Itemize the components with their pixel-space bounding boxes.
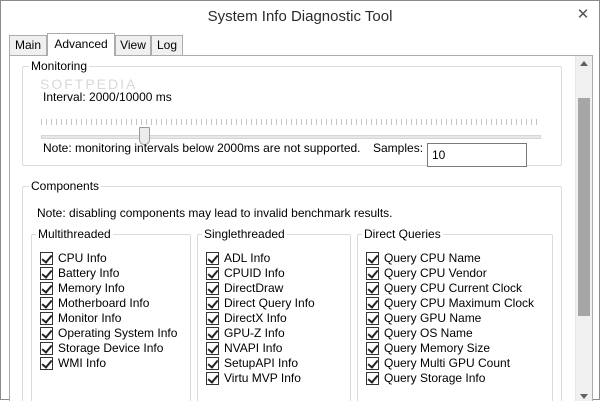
- singlethreaded-group: Singlethreaded ADL Info CPUID Info Direc…: [197, 227, 351, 401]
- checkbox-label: Memory Info: [58, 281, 125, 295]
- multithreaded-label: Multithreaded: [36, 227, 113, 241]
- checkbox-label: CPUID Info: [224, 266, 285, 280]
- checkbox-label: NVAPI Info: [224, 341, 283, 355]
- tab-view[interactable]: View: [115, 35, 151, 55]
- checkbox-label: Query Multi GPU Count: [384, 356, 511, 370]
- checkbox-label: Motherboard Info: [58, 296, 150, 310]
- checkbox-label: SetupAPI Info: [224, 356, 299, 370]
- vertical-scrollbar[interactable]: [575, 56, 592, 401]
- checkbox-label: Query CPU Name: [384, 251, 481, 265]
- scroll-down-arrow-icon[interactable]: [580, 394, 588, 399]
- checkbox[interactable]: [366, 282, 379, 295]
- components-group-label: Components: [29, 179, 102, 193]
- checkbox[interactable]: [366, 357, 379, 370]
- checkbox[interactable]: [206, 267, 219, 280]
- monitoring-note: Note: monitoring intervals below 2000ms …: [43, 141, 361, 155]
- checkbox[interactable]: [366, 267, 379, 280]
- checkbox[interactable]: [366, 372, 379, 385]
- checkbox-label: Storage Device Info: [58, 341, 164, 355]
- checkbox[interactable]: [206, 282, 219, 295]
- checkbox-label: Query Memory Size: [384, 341, 491, 355]
- checkbox[interactable]: [206, 327, 219, 340]
- checkbox[interactable]: [40, 297, 53, 310]
- checkbox-label: Virtu MVP Info: [224, 371, 301, 385]
- samples-label: Samples:: [373, 141, 424, 155]
- checkbox-label: DirectX Info: [224, 311, 287, 325]
- window-title: System Info Diagnostic Tool: [207, 8, 393, 25]
- checkbox-label: Query CPU Vendor: [384, 266, 487, 280]
- interval-slider-ticks: [41, 119, 541, 125]
- checkbox[interactable]: [206, 297, 219, 310]
- components-group: Components Note: disabling components ma…: [22, 179, 562, 401]
- checkbox[interactable]: [206, 252, 219, 265]
- direct-queries-label: Direct Queries: [362, 227, 443, 241]
- checkbox-label: CPU Info: [58, 251, 107, 265]
- advanced-tab-panel: SOFTPEDIA Monitoring Interval: 2000/1000…: [9, 55, 593, 401]
- interval-slider-track[interactable]: [41, 135, 541, 139]
- checkbox[interactable]: [206, 342, 219, 355]
- checkbox[interactable]: [40, 342, 53, 355]
- checkbox-label: DirectDraw: [224, 281, 284, 295]
- tab-strip: Main Advanced View Log: [9, 33, 593, 56]
- app-window: System Info Diagnostic Tool ✕ Main Advan…: [0, 0, 600, 401]
- checkbox-label: Monitor Info: [58, 311, 122, 325]
- checkbox[interactable]: [366, 342, 379, 355]
- components-note: Note: disabling components may lead to i…: [37, 206, 393, 220]
- checkbox[interactable]: [206, 312, 219, 325]
- checkbox-label: Direct Query Info: [224, 296, 315, 310]
- tab-main[interactable]: Main: [9, 35, 47, 55]
- checkbox-label: Query CPU Maximum Clock: [384, 296, 535, 310]
- close-button[interactable]: ✕: [573, 5, 593, 25]
- checkbox[interactable]: [40, 327, 53, 340]
- checkbox[interactable]: [206, 357, 219, 370]
- checkbox[interactable]: [40, 252, 53, 265]
- checkbox[interactable]: [40, 312, 53, 325]
- checkbox-label: Query OS Name: [384, 326, 473, 340]
- checkbox[interactable]: [366, 312, 379, 325]
- checkbox[interactable]: [40, 357, 53, 370]
- checkbox[interactable]: [366, 327, 379, 340]
- title-bar: System Info Diagnostic Tool ✕: [1, 1, 599, 32]
- scroll-up-arrow-icon[interactable]: [580, 61, 588, 66]
- monitoring-group-label: Monitoring: [29, 59, 90, 73]
- tab-advanced[interactable]: Advanced: [47, 33, 115, 56]
- checkbox-label: Query CPU Current Clock: [384, 281, 523, 295]
- checkbox-label: Query GPU Name: [384, 311, 482, 325]
- samples-input[interactable]: [427, 143, 527, 167]
- singlethreaded-label: Singlethreaded: [202, 227, 287, 241]
- monitoring-group: Monitoring Interval: 2000/10000 ms Note:…: [22, 59, 562, 167]
- checkbox-label: WMI Info: [58, 356, 107, 370]
- checkbox-label: Operating System Info: [58, 326, 178, 340]
- checkbox[interactable]: [40, 267, 53, 280]
- direct-queries-group: Direct Queries Query CPU Name Query CPU …: [357, 227, 553, 401]
- multithreaded-group: Multithreaded CPU Info Battery Info Memo…: [31, 227, 191, 401]
- checkbox[interactable]: [206, 372, 219, 385]
- checkbox-label: Query Storage Info: [384, 371, 486, 385]
- tab-log[interactable]: Log: [151, 35, 183, 55]
- checkbox-label: ADL Info: [224, 251, 271, 265]
- interval-label: Interval: 2000/10000 ms: [43, 90, 172, 104]
- checkbox[interactable]: [366, 297, 379, 310]
- checkbox-label: GPU-Z Info: [224, 326, 285, 340]
- checkbox-label: Battery Info: [58, 266, 120, 280]
- checkbox[interactable]: [366, 252, 379, 265]
- checkbox[interactable]: [40, 282, 53, 295]
- scrollbar-thumb[interactable]: [578, 98, 590, 316]
